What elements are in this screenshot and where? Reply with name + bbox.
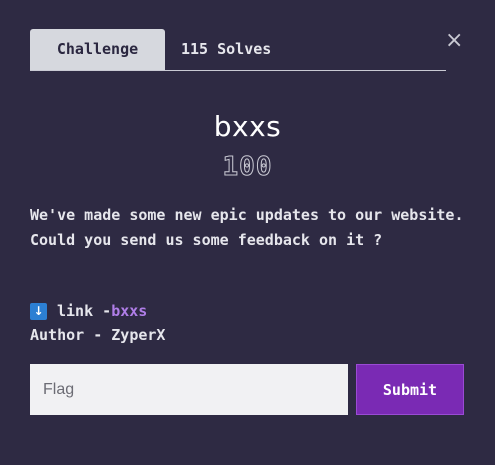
close-icon[interactable]: ×	[445, 30, 463, 52]
challenge-link[interactable]: bxxs	[111, 299, 147, 323]
tab-challenge[interactable]: Challenge	[30, 29, 165, 70]
challenge-link-line: ↓ link - bxxs	[30, 299, 147, 323]
flag-input[interactable]	[30, 364, 348, 415]
down-arrow-icon: ↓	[30, 302, 47, 320]
tab-solves[interactable]: 115 Solves	[181, 29, 271, 70]
submit-button[interactable]: Submit	[356, 364, 464, 415]
challenge-description: We've made some new epic updates to our …	[30, 206, 464, 249]
link-label: link -	[57, 302, 112, 320]
modal-tabs: Challenge 115 Solves	[30, 29, 446, 71]
challenge-modal: × Challenge 115 Solves bxxs 100 We've ma…	[0, 0, 495, 465]
challenge-author: Author - ZyperX	[30, 326, 166, 344]
challenge-points: 100	[222, 152, 273, 183]
challenge-name: bxxs	[213, 110, 282, 143]
